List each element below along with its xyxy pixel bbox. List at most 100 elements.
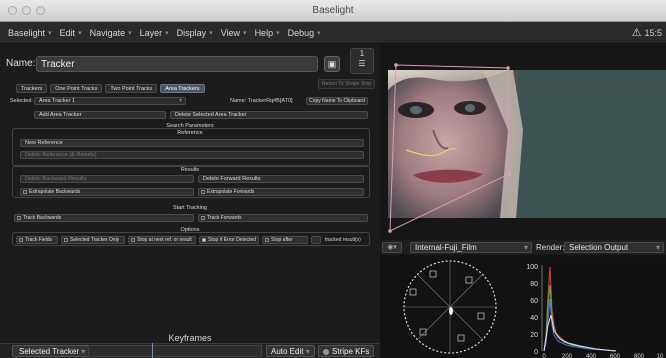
menu-label: Edit bbox=[59, 27, 76, 38]
toggle-label: Stop after bbox=[271, 237, 293, 243]
stop-after-toggle[interactable]: Stop after bbox=[262, 236, 308, 244]
x-tick-label: 400 bbox=[586, 354, 597, 358]
radio-icon bbox=[323, 349, 329, 355]
tracked-results-label: tracked result(s) bbox=[325, 237, 361, 243]
menu-view[interactable]: View ▾ bbox=[221, 28, 247, 38]
save-icon[interactable]: ▣ bbox=[324, 56, 340, 72]
y-tick-label: 80 bbox=[530, 281, 538, 288]
menu-display[interactable]: Display ▾ bbox=[177, 28, 213, 38]
layer-stack-button[interactable]: 1 ☰ bbox=[350, 48, 374, 74]
tab-trackers[interactable]: Trackers bbox=[16, 84, 48, 93]
y-tick-label: 20 bbox=[530, 332, 538, 339]
x-tick-label: 800 bbox=[634, 354, 645, 358]
x-tick-label: 200 bbox=[562, 354, 573, 358]
menu-label: Debug bbox=[287, 27, 315, 38]
checkbox-icon bbox=[201, 189, 205, 194]
y-tick-label: 100 bbox=[526, 264, 538, 271]
add-area-tracker-button[interactable]: Add Area Tracker bbox=[34, 111, 166, 119]
layer-name-field[interactable]: Tracker bbox=[36, 56, 318, 72]
toggle-label: Extrapolate Backwards bbox=[29, 189, 81, 195]
auto-edit-dropdown[interactable]: Auto Edit ▾ bbox=[266, 345, 315, 357]
menu-help[interactable]: Help ▾ bbox=[255, 28, 280, 38]
selected-tracker-only-toggle[interactable]: Selected Tracker Only bbox=[61, 236, 125, 244]
eye-icon[interactable]: ◉▾ bbox=[382, 242, 402, 253]
chevron-down-icon: ▾ bbox=[78, 29, 82, 37]
selected-tracker-value: Area Tracker 1 bbox=[39, 98, 76, 104]
chevron-down-icon: ▾ bbox=[209, 29, 213, 37]
new-reference-button[interactable]: New Reference bbox=[20, 139, 364, 147]
render-output-dropdown[interactable]: Selection Output ▾ bbox=[564, 242, 664, 253]
return-to-shape-strip-button[interactable]: Return To Shape Strip bbox=[318, 79, 376, 89]
dropdown-label: Selection Output bbox=[569, 243, 629, 252]
copy-name-button[interactable]: Copy Name To Clipboard bbox=[306, 97, 368, 105]
menu-lines-icon: ☰ bbox=[358, 59, 366, 68]
menu-label: Layer bbox=[139, 27, 163, 38]
toggle-label: Stop if Error Detected bbox=[208, 237, 257, 243]
checkbox-icon bbox=[131, 237, 135, 242]
chevron-down-icon: ▾ bbox=[128, 29, 132, 37]
stripe-kfs-toggle[interactable]: Stripe KFs bbox=[318, 345, 375, 357]
chevron-down-icon: ▾ bbox=[305, 347, 310, 356]
window-titlebar: Baselight bbox=[0, 0, 666, 22]
stop-after-count-field[interactable] bbox=[311, 236, 321, 244]
menu-label: Help bbox=[254, 27, 274, 38]
selected-tracker-dropdown[interactable]: Selected Tracker ▾ bbox=[12, 345, 93, 357]
extrapolate-forwards-toggle[interactable]: Extrapolate Forwards bbox=[198, 188, 364, 196]
keyframe-cursor[interactable] bbox=[152, 343, 153, 358]
chevron-down-icon: ▾ bbox=[179, 98, 182, 104]
track-forwards-button[interactable]: Track Forwards bbox=[198, 214, 368, 222]
histogram-y-ticks: 100 80 60 40 20 0 bbox=[526, 264, 538, 356]
tab-two-point-tracks[interactable]: Two Point Tracks bbox=[105, 84, 158, 93]
y-tick-label: 40 bbox=[530, 315, 538, 322]
chevron-down-icon: ▾ bbox=[655, 243, 660, 252]
checkbox-icon bbox=[64, 237, 68, 242]
track-backwards-button[interactable]: Track Backwards bbox=[14, 214, 194, 222]
delete-backward-results-button[interactable]: Delete Backward Results bbox=[20, 175, 194, 183]
tab-one-point-tracks[interactable]: One Point Tracks bbox=[50, 84, 103, 93]
menubar: Baselight ▾ Edit ▾ Navigate ▾ Layer ▾ Displa… bbox=[0, 22, 666, 44]
chevron-down-icon: ▾ bbox=[81, 347, 86, 356]
x-tick-label: 10 bbox=[657, 354, 664, 358]
delete-forward-results-button[interactable]: Delete Forward Results bbox=[198, 175, 364, 183]
status-warning[interactable]: ⚠ 15:5 bbox=[632, 26, 662, 39]
chevron-down-icon: ▾ bbox=[243, 29, 247, 37]
selected-tracker-dropdown[interactable]: Area Tracker 1 ▾ bbox=[34, 97, 186, 105]
stop-if-error-toggle[interactable]: Stop if Error Detected bbox=[199, 236, 259, 244]
reference-title: Reference bbox=[177, 130, 203, 136]
chevron-down-icon: ▾ bbox=[165, 29, 169, 37]
menu-navigate[interactable]: Navigate ▾ bbox=[90, 28, 132, 38]
menu-edit[interactable]: Edit ▾ bbox=[60, 28, 82, 38]
window-title: Baselight bbox=[312, 5, 354, 16]
toggle-label: Selected Tracker Only bbox=[70, 237, 120, 243]
stack-number: 1 bbox=[359, 49, 365, 58]
layer-name-row: Name: Tracker ▣ 1 ☰ bbox=[6, 48, 376, 74]
toggle-label: Stop at next ref. or result bbox=[137, 237, 192, 243]
tab-area-trackers[interactable]: Area Trackers bbox=[160, 84, 205, 93]
track-fields-toggle[interactable]: Track Fields bbox=[16, 236, 58, 244]
delete-reference-button[interactable]: Delete Reference (& Results) bbox=[20, 151, 364, 159]
menu-debug[interactable]: Debug ▾ bbox=[288, 28, 321, 38]
render-label: Render: bbox=[536, 243, 565, 252]
results-title: Results bbox=[180, 167, 200, 173]
keyframe-track[interactable] bbox=[88, 345, 262, 357]
start-tracking-title: Start Tracking bbox=[173, 205, 207, 211]
stop-at-next-ref-toggle[interactable]: Stop at next ref. or result bbox=[128, 236, 196, 244]
delete-area-tracker-button[interactable]: Delete Selected Area Tracker bbox=[170, 111, 368, 119]
menu-layer[interactable]: Layer ▾ bbox=[140, 28, 169, 38]
clock-text: 15:5 bbox=[644, 27, 662, 38]
checkbox-icon bbox=[17, 215, 21, 220]
dropdown-label: Internal-Fuji_Film bbox=[415, 243, 477, 252]
x-tick-label: 600 bbox=[610, 354, 621, 358]
keyframes-title: Keyframes bbox=[168, 333, 212, 343]
checkbox-icon bbox=[201, 215, 205, 220]
area-tracker-shape[interactable] bbox=[388, 62, 512, 234]
histogram[interactable]: 100 80 60 40 20 0 0 200 400 600 800 10 bbox=[516, 255, 666, 358]
menu-label: Navigate bbox=[89, 27, 126, 38]
toggle-label: Extrapolate Forwards bbox=[207, 189, 255, 195]
menu-baselight[interactable]: Baselight ▾ bbox=[8, 28, 52, 38]
colour-space-dropdown[interactable]: Internal-Fuji_Film ▾ bbox=[410, 242, 532, 253]
extrapolate-backwards-toggle[interactable]: Extrapolate Backwards bbox=[20, 188, 194, 196]
toggle-label: Stripe KFs bbox=[332, 347, 370, 356]
tracker-name-text: Name: TrackerRq#B[AT0] bbox=[230, 98, 293, 104]
chevron-down-icon: ▾ bbox=[276, 29, 280, 37]
